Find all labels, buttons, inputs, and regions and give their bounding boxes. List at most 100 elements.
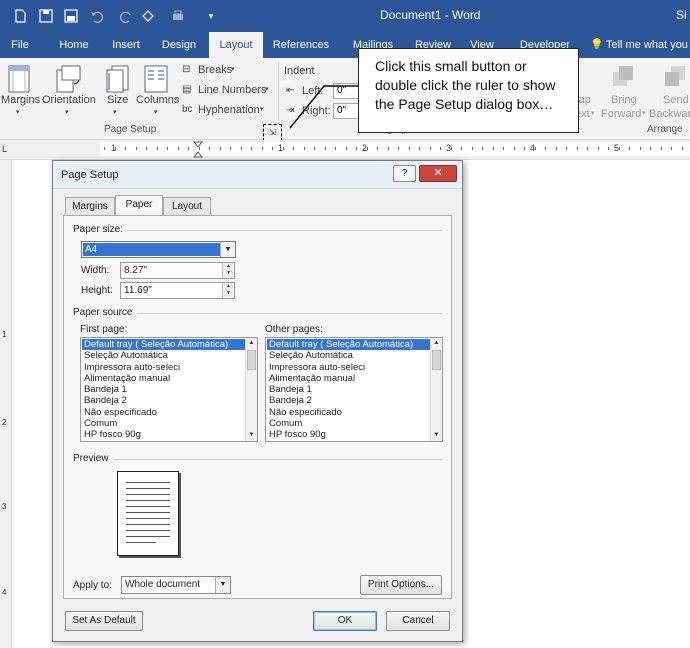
apply-to-label: Apply to: — [73, 580, 112, 591]
scrollbar[interactable]: ▲ ▼ — [245, 338, 257, 441]
preview-line — [126, 518, 170, 519]
indent-marker-icon[interactable] — [193, 140, 203, 160]
list-item[interactable]: Não especificado — [267, 407, 431, 418]
ruler-tick — [639, 147, 641, 150]
dialog-title-bar[interactable]: Page Setup ? ✕ — [53, 161, 462, 189]
list-item[interactable]: Alimentação manual — [267, 373, 431, 384]
list-item[interactable]: Não especificado — [82, 407, 246, 418]
ruler-tick — [219, 147, 221, 150]
section-divider — [113, 459, 443, 460]
ruler-tick — [303, 147, 305, 150]
ruler-tick — [492, 147, 494, 150]
page-preview — [117, 471, 179, 556]
ruler-tick — [314, 147, 315, 150]
ruler-tick — [681, 147, 683, 150]
ruler-tick — [566, 147, 567, 150]
preview-line — [126, 542, 156, 543]
ruler-tick — [429, 147, 431, 150]
scroll-down-icon[interactable]: ▼ — [246, 430, 257, 441]
help-button[interactable]: ? — [393, 165, 416, 182]
ruler-tick — [503, 147, 504, 150]
list-item[interactable]: Default tray ( Seleção Automática) — [82, 339, 246, 351]
ruler-tick — [450, 147, 452, 150]
preview-line — [126, 506, 170, 507]
other-pages-list[interactable]: Default tray ( Seleção Automática) Seleç… — [265, 337, 443, 442]
ruler-tick — [125, 147, 126, 150]
list-item[interactable]: Impressora auto-seleci — [267, 362, 431, 373]
first-page-list[interactable]: Default tray ( Seleção Automática) Seleç… — [80, 337, 258, 442]
list-item[interactable]: HP fosco 90g — [267, 429, 431, 440]
list-item[interactable]: Seleção Automática — [267, 350, 431, 361]
first-page-label: First page: — [80, 324, 128, 335]
ruler-tick — [398, 147, 399, 150]
height-value: 11.69" — [124, 285, 152, 296]
ruler-tick — [135, 147, 137, 150]
scroll-up-icon[interactable]: ▲ — [431, 338, 442, 349]
ruler-tick — [261, 147, 263, 150]
width-label: Width: — [81, 265, 110, 276]
print-options-button[interactable]: Print Options... — [360, 575, 442, 595]
scroll-thumb[interactable] — [247, 350, 256, 370]
ruler-tick — [188, 147, 189, 150]
chevron-down-icon[interactable]: ▼ — [220, 242, 235, 257]
ruler-tick — [461, 147, 462, 150]
set-as-default-button[interactable]: Set As Default — [65, 611, 143, 631]
preview-line — [126, 536, 170, 537]
apply-to-select[interactable]: Whole document ▼ — [121, 576, 231, 594]
ruler-tick — [156, 147, 158, 150]
list-item[interactable]: Seleção Automática — [82, 350, 246, 361]
list-item[interactable]: Bandeja 1 — [82, 384, 246, 395]
paper-source-label: Paper source — [73, 307, 133, 318]
ruler-tick — [366, 147, 368, 150]
preview-label: Preview — [73, 453, 109, 464]
list-item[interactable]: Comum — [267, 418, 431, 429]
close-button[interactable]: ✕ — [419, 165, 457, 182]
height-spinner-icon[interactable]: ▲ ▼ — [222, 283, 234, 298]
list-item[interactable]: Impressora auto-seleci — [82, 362, 246, 373]
ruler-tick — [471, 147, 473, 150]
ruler-tick — [671, 147, 672, 150]
scroll-up-icon[interactable]: ▲ — [246, 338, 257, 349]
page-setup-dialog-launcher[interactable]: ⇲ — [263, 124, 282, 141]
width-input[interactable]: 8.27" ▲ ▼ — [120, 262, 235, 279]
ruler-tick — [209, 147, 210, 150]
list-item[interactable]: Bandeja 2 — [82, 395, 246, 406]
ruler-tick — [146, 147, 147, 150]
ruler-tick — [524, 147, 525, 150]
preview-line — [126, 494, 170, 495]
ruler-tick — [324, 147, 326, 150]
tab-paper[interactable]: Paper — [115, 195, 163, 216]
ruler-tick — [513, 147, 515, 150]
height-input[interactable]: 11.69" ▲ ▼ — [120, 282, 235, 299]
paper-size-select[interactable]: A4 ▼ — [81, 241, 236, 258]
paper-size-label: Paper size: — [73, 224, 124, 235]
vertical-ruler[interactable]: 1 2 3 4 — [0, 160, 12, 648]
list-item[interactable]: HP fosco 90g — [82, 429, 246, 440]
ruler-tick — [440, 147, 441, 150]
list-item[interactable]: Default tray ( Seleção Automática) — [267, 339, 431, 351]
tab-selector[interactable]: L — [2, 144, 7, 154]
ruler-tick — [251, 147, 252, 150]
ruler-tick — [345, 147, 347, 150]
ruler-tick — [482, 147, 483, 150]
ok-button[interactable]: OK — [313, 611, 377, 631]
preview-line — [126, 488, 170, 489]
cancel-button[interactable]: Cancel — [386, 611, 450, 631]
ruler-tick — [335, 147, 336, 150]
chevron-down-icon[interactable]: ▼ — [215, 577, 230, 593]
tab-layout-dialog[interactable]: Layout — [163, 197, 211, 216]
scroll-thumb[interactable] — [432, 350, 441, 370]
horizontal-ruler[interactable]: 1 1 2 3 4 5 — [100, 142, 690, 156]
scrollbar[interactable]: ▲ ▼ — [430, 338, 442, 441]
list-item[interactable]: Alimentação manual — [82, 373, 246, 384]
ruler-tick — [114, 147, 116, 150]
other-pages-label: Other pages: — [265, 324, 323, 335]
apply-to-value: Whole document — [125, 579, 201, 590]
list-item[interactable]: Bandeja 1 — [267, 384, 431, 395]
width-spinner-icon[interactable]: ▲ ▼ — [222, 263, 234, 278]
height-label: Height: — [81, 285, 113, 296]
list-item[interactable]: Bandeja 2 — [267, 395, 431, 406]
tab-margins[interactable]: Margins — [65, 197, 115, 216]
scroll-down-icon[interactable]: ▼ — [431, 430, 442, 441]
list-item[interactable]: Comum — [82, 418, 246, 429]
